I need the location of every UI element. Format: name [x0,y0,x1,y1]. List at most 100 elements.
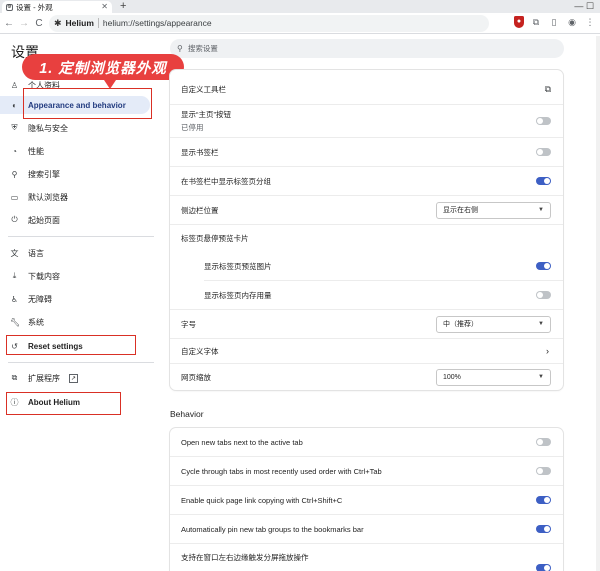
sidebar-position-select[interactable]: 显示在右侧 ▼ [436,201,551,219]
sidebar-item-label: 隐私与安全 [28,123,68,133]
chevron-down-icon: ▼ [538,374,544,380]
settings-search[interactable]: ⚲ 搜索设置 [170,39,564,58]
home-button-toggle[interactable] [536,117,551,125]
sidebar-item-label: 系统 [28,317,44,327]
row-custom-fonts[interactable]: 自定义字体 › [170,339,563,363]
row-customize-toolbar[interactable]: 自定义工具栏 ⧉ [170,74,563,104]
tab-preview-image-toggle[interactable] [536,262,551,270]
more-menu-icon[interactable]: ⋮ [584,16,596,28]
sidebar-toggle-icon[interactable]: ▯ [548,16,560,28]
window-controls[interactable]: — ☐ [574,0,594,12]
chevron-down-icon: ▼ [538,321,544,327]
tab-groups-bookmarks-toggle[interactable] [536,177,551,185]
bookmarks-bar-toggle[interactable] [536,148,551,156]
highlight-box-reset [6,335,136,355]
open-tabs-next-toggle[interactable] [536,438,551,446]
wrench-icon: 🔧︎ [10,317,21,327]
row-cycle-tabs-mru[interactable]: Cycle through tabs in most recently used… [170,457,563,485]
sidebar-item-languages[interactable]: 文 语言 [10,244,150,262]
page-scrollbar[interactable] [596,36,600,571]
row-tab-preview-image[interactable]: 显示标签页预览图片 [170,252,563,280]
sidebar-divider [8,236,154,237]
sidebar-item-label: 默认浏览器 [28,192,68,202]
font-size-select[interactable]: 中（推荐） ▼ [436,315,551,333]
sidebar-item-label: 下载内容 [28,271,60,281]
row-label: 显示“主页”按钮 [181,110,231,119]
reload-icon[interactable]: C [33,18,45,29]
row-label: 在书签栏中显示标签页分组 [181,176,271,186]
sidebar-item-privacy[interactable]: ⛨ 隐私与安全 [10,119,150,137]
toolbar-icons: ● ⧉ ▯ ◉ ⋮ [514,16,596,28]
row-label: 自定义工具栏 [181,84,226,94]
auto-pin-toggle[interactable] [536,525,551,533]
appearance-card: 自定义工具栏 ⧉ 显示“主页”按钮 已停用 显示书签栏 在书签栏中显示标签页分组… [170,70,563,390]
sidebar-item-system[interactable]: 🔧︎ 系统 [10,313,150,331]
row-show-bookmarks-bar[interactable]: 显示书签栏 [170,138,563,166]
row-show-home-button[interactable]: 显示“主页”按钮 已停用 [170,105,563,137]
select-value: 显示在右侧 [443,207,478,214]
row-label: 显示书签栏 [181,147,219,157]
new-tab-button[interactable]: + [120,0,126,12]
split-drag-toggle[interactable] [536,564,551,571]
page-zoom-select[interactable]: 100% ▼ [436,368,551,386]
sidebar-item-accessibility[interactable]: ♿ 无障碍 [10,290,150,308]
chevron-down-icon: ▼ [538,207,544,213]
highlight-box-appearance [23,88,152,119]
site-name: Helium [65,18,94,28]
person-icon: ♙ [10,80,19,90]
back-arrow-icon[interactable]: ← [3,18,15,29]
row-label: 支持在窗口左右边缘触发分屏拖放操作 [181,552,309,562]
power-icon: ⏻ [11,215,18,224]
ublock-shield-icon[interactable]: ● [514,16,524,28]
select-value: 100% [443,373,461,381]
row-split-drag-drop[interactable]: 支持在窗口左右边缘触发分屏拖放操作 [170,544,563,571]
row-label: Automatically pin new tab groups to the … [181,524,364,534]
chevron-right-icon[interactable]: › [546,346,549,356]
sidebar-item-downloads[interactable]: ⤓ 下载内容 [10,267,150,285]
row-quick-link-copy[interactable]: Enable quick page link copying with Ctrl… [170,486,563,514]
sidebar-item-performance[interactable]: ◔ 性能 [10,142,150,160]
row-tab-memory-usage[interactable]: 显示标签页内存用量 [170,281,563,309]
row-sublabel: 已停用 [181,123,204,132]
puzzle-icon: ⧉ [11,373,18,382]
search-icon: ⚲ [11,169,18,179]
annotation-banner: 1. 定制浏览器外观 [22,54,184,80]
shield-icon: ⛨ [11,123,18,132]
translate-icon: 文 [10,248,19,258]
sidebar-item-search-engine[interactable]: ⚲ 搜索引擎 [10,165,150,183]
tab-settings-appearance[interactable]: ⚙ 设置 - 外观 ✕ [2,1,112,13]
sidebar-item-label: 搜索引擎 [28,169,60,179]
row-auto-pin-tab-groups[interactable]: Automatically pin new tab groups to the … [170,515,563,543]
sidebar-item-default-browser[interactable]: ▭ 默认浏览器 [10,188,150,206]
profile-avatar-icon[interactable]: ◉ [566,16,578,28]
row-tab-hover-preview: 标签页悬停预览卡片 [170,225,563,251]
extensions-puzzle-icon[interactable]: ⧉ [530,16,542,28]
sidebar-item-extensions[interactable]: ⧉ 扩展程序 ↗ [10,369,150,387]
external-link-icon[interactable]: ⧉ [545,84,551,95]
row-label: Open new tabs next to the active tab [181,437,303,447]
palette-icon: ◐ [12,100,17,110]
highlight-box-about [6,392,121,415]
cycle-tabs-toggle[interactable] [536,467,551,475]
address-bar[interactable]: ✱ Helium helium://settings/appearance [49,14,489,32]
behavior-card: Open new tabs next to the active tab Cyc… [170,428,563,571]
sidebar-item-label: 语言 [28,248,44,258]
tab-title: 设置 - 外观 [16,2,53,12]
search-input[interactable]: 搜索设置 [188,43,218,54]
sidebar-divider [8,362,154,363]
url-text[interactable]: helium://settings/appearance [103,18,212,28]
sidebar-item-startup[interactable]: ⏻ 起始页面 [10,211,150,229]
sidebar-item-label: 扩展程序 [28,373,60,383]
helium-logo-icon: ✱ [54,17,62,28]
tab-close-icon[interactable]: ✕ [101,3,108,11]
sidebar-item-label: 性能 [28,146,44,156]
browser-toolbar: ← → C ✱ Helium helium://settings/appeara… [0,13,600,34]
row-open-tabs-next[interactable]: Open new tabs next to the active tab [170,428,563,456]
speedometer-icon: ◔ [12,146,17,156]
accessibility-icon: ♿ [10,294,19,304]
quick-link-copy-toggle[interactable] [536,496,551,504]
forward-arrow-icon[interactable]: → [18,18,30,29]
row-label: Enable quick page link copying with Ctrl… [181,495,343,505]
tab-memory-toggle[interactable] [536,291,551,299]
row-tab-groups-in-bookmarks[interactable]: 在书签栏中显示标签页分组 [170,167,563,195]
